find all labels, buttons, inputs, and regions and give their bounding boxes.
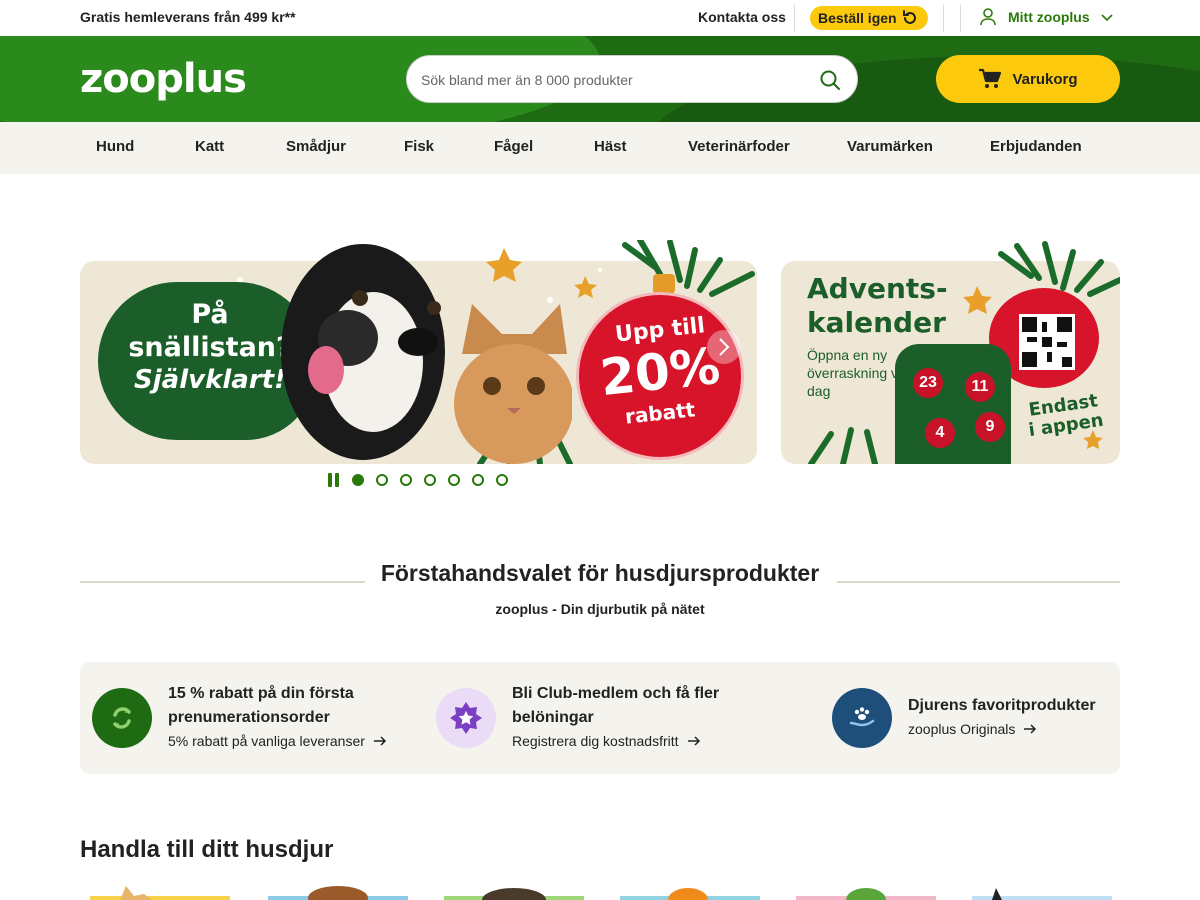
horse-thumbnail [972,888,1112,900]
benefit-title: 15 % rabatt på din första prenumerations… [168,685,354,726]
search-input[interactable] [421,68,811,92]
cart-button[interactable]: Varukorg [936,55,1120,103]
hero-banner[interactable]: På snällistan? Självklart! Upp till 20% … [80,240,757,464]
carousel-dot[interactable] [376,474,388,486]
ornament-cap [653,274,675,294]
benefit-link[interactable]: Registrera dig kostnadsfritt [512,733,701,749]
chevron-down-icon [1101,14,1113,22]
nav-item-vet-food[interactable]: Veterinärfoder [688,138,790,155]
free-delivery-promo[interactable]: Gratis hemleverans från 499 kr** [80,9,296,25]
pet-category-card[interactable] [444,880,584,900]
benefit-link-label: 5% rabatt på vanliga leveranser [168,733,365,749]
bird-thumbnail [796,888,936,900]
benefit-link-label: zooplus Originals [908,721,1016,737]
carousel-dot[interactable] [472,474,484,486]
dog-thumbnail [268,886,408,900]
nav-item-fish[interactable]: Fisk [404,138,434,155]
nav-item-dog[interactable]: Hund [96,138,134,155]
pause-icon[interactable] [328,473,342,487]
calendar-day: 11 [965,372,995,402]
reorder-label: Beställ igen [818,10,897,26]
divider [943,4,944,32]
shop-by-pet-title: Handla till ditt husdjur [80,836,334,863]
advent-calendar [895,344,1011,464]
search-box[interactable] [406,55,858,103]
advent-title: Advents- kalender [807,272,948,340]
cat-illustration [454,304,572,464]
benefit-link[interactable]: 5% rabatt på vanliga leveranser [168,733,387,749]
pet-category-card[interactable] [972,880,1112,900]
subscription-icon [92,688,152,748]
calendar-day: 4 [925,418,955,448]
reorder-icon [902,10,916,24]
category-nav: Hund Katt Smådjur Fisk Fågel Häst Veteri… [0,122,1200,174]
benefit-title: Bli Club-medlem och få fler belöningar [512,685,720,726]
paw-hand-icon [832,688,892,748]
pet-category-card[interactable] [90,880,230,900]
divider [794,4,795,32]
pet-category-card[interactable] [796,880,936,900]
main-header: zooplus Varukorg [0,36,1200,122]
nav-item-horse[interactable]: Häst [594,138,627,155]
small-pet-thumbnail [444,888,584,900]
arrow-right-icon [687,736,700,746]
cart-label: Varukorg [1012,70,1078,88]
zooplus-logo[interactable]: zooplus [80,56,247,102]
calendar-day: 9 [975,412,1005,442]
divider [960,4,961,32]
account-menu[interactable]: Mitt zooplus [978,7,1114,27]
carousel-dot[interactable] [496,474,508,486]
cat-thumbnail [90,886,230,900]
top-bar: Gratis hemleverans från 499 kr** Kontakt… [0,0,1200,36]
dog-illustration [281,244,445,460]
advent-title-line: kalender [807,306,946,339]
benefit-link[interactable]: zooplus Originals [908,721,1037,737]
chevron-right-icon [719,338,730,356]
carousel-dot[interactable] [400,474,412,486]
contact-link[interactable]: Kontakta oss [698,9,786,25]
advent-title-line: Advents- [807,272,948,305]
qr-code-icon [1022,317,1072,367]
carousel-dot[interactable] [352,474,364,486]
fish-thumbnail [620,888,760,900]
account-label: Mitt zooplus [1008,9,1090,25]
advent-banner[interactable]: Advents- kalender Öppna en ny överraskni… [781,240,1120,464]
pet-category-card[interactable] [268,880,408,900]
qr-code [1019,314,1075,370]
carousel-dot[interactable] [424,474,436,486]
carousel-next-button[interactable] [707,330,741,364]
nav-item-bird[interactable]: Fågel [494,138,533,155]
carousel-dot[interactable] [448,474,460,486]
user-icon [980,8,996,26]
calendar-day: 23 [913,368,943,398]
nav-item-offers[interactable]: Erbjudanden [990,138,1082,155]
benefits-bar: 15 % rabatt på din första prenumerations… [80,662,1120,774]
cart-icon [979,68,1002,88]
arrow-right-icon [373,736,386,746]
search-icon[interactable] [819,69,841,91]
benefit-link-label: Registrera dig kostnadsfritt [512,733,679,749]
arrow-right-icon [1024,724,1037,734]
nav-item-small-pets[interactable]: Smådjur [286,138,346,155]
carousel-indicators [328,472,520,488]
section-title: Förstahandsvalet för husdjursprodukter [380,560,820,586]
nav-item-cat[interactable]: Katt [195,138,224,155]
pet-category-card[interactable] [620,880,760,900]
benefit-title: Djurens favoritprodukter [908,697,1096,714]
reorder-button[interactable]: Beställ igen [810,6,928,30]
section-subtitle: zooplus - Din djurbutik på nätet [495,601,705,617]
nav-item-brands[interactable]: Varumärken [847,138,933,155]
club-star-icon [436,688,496,748]
